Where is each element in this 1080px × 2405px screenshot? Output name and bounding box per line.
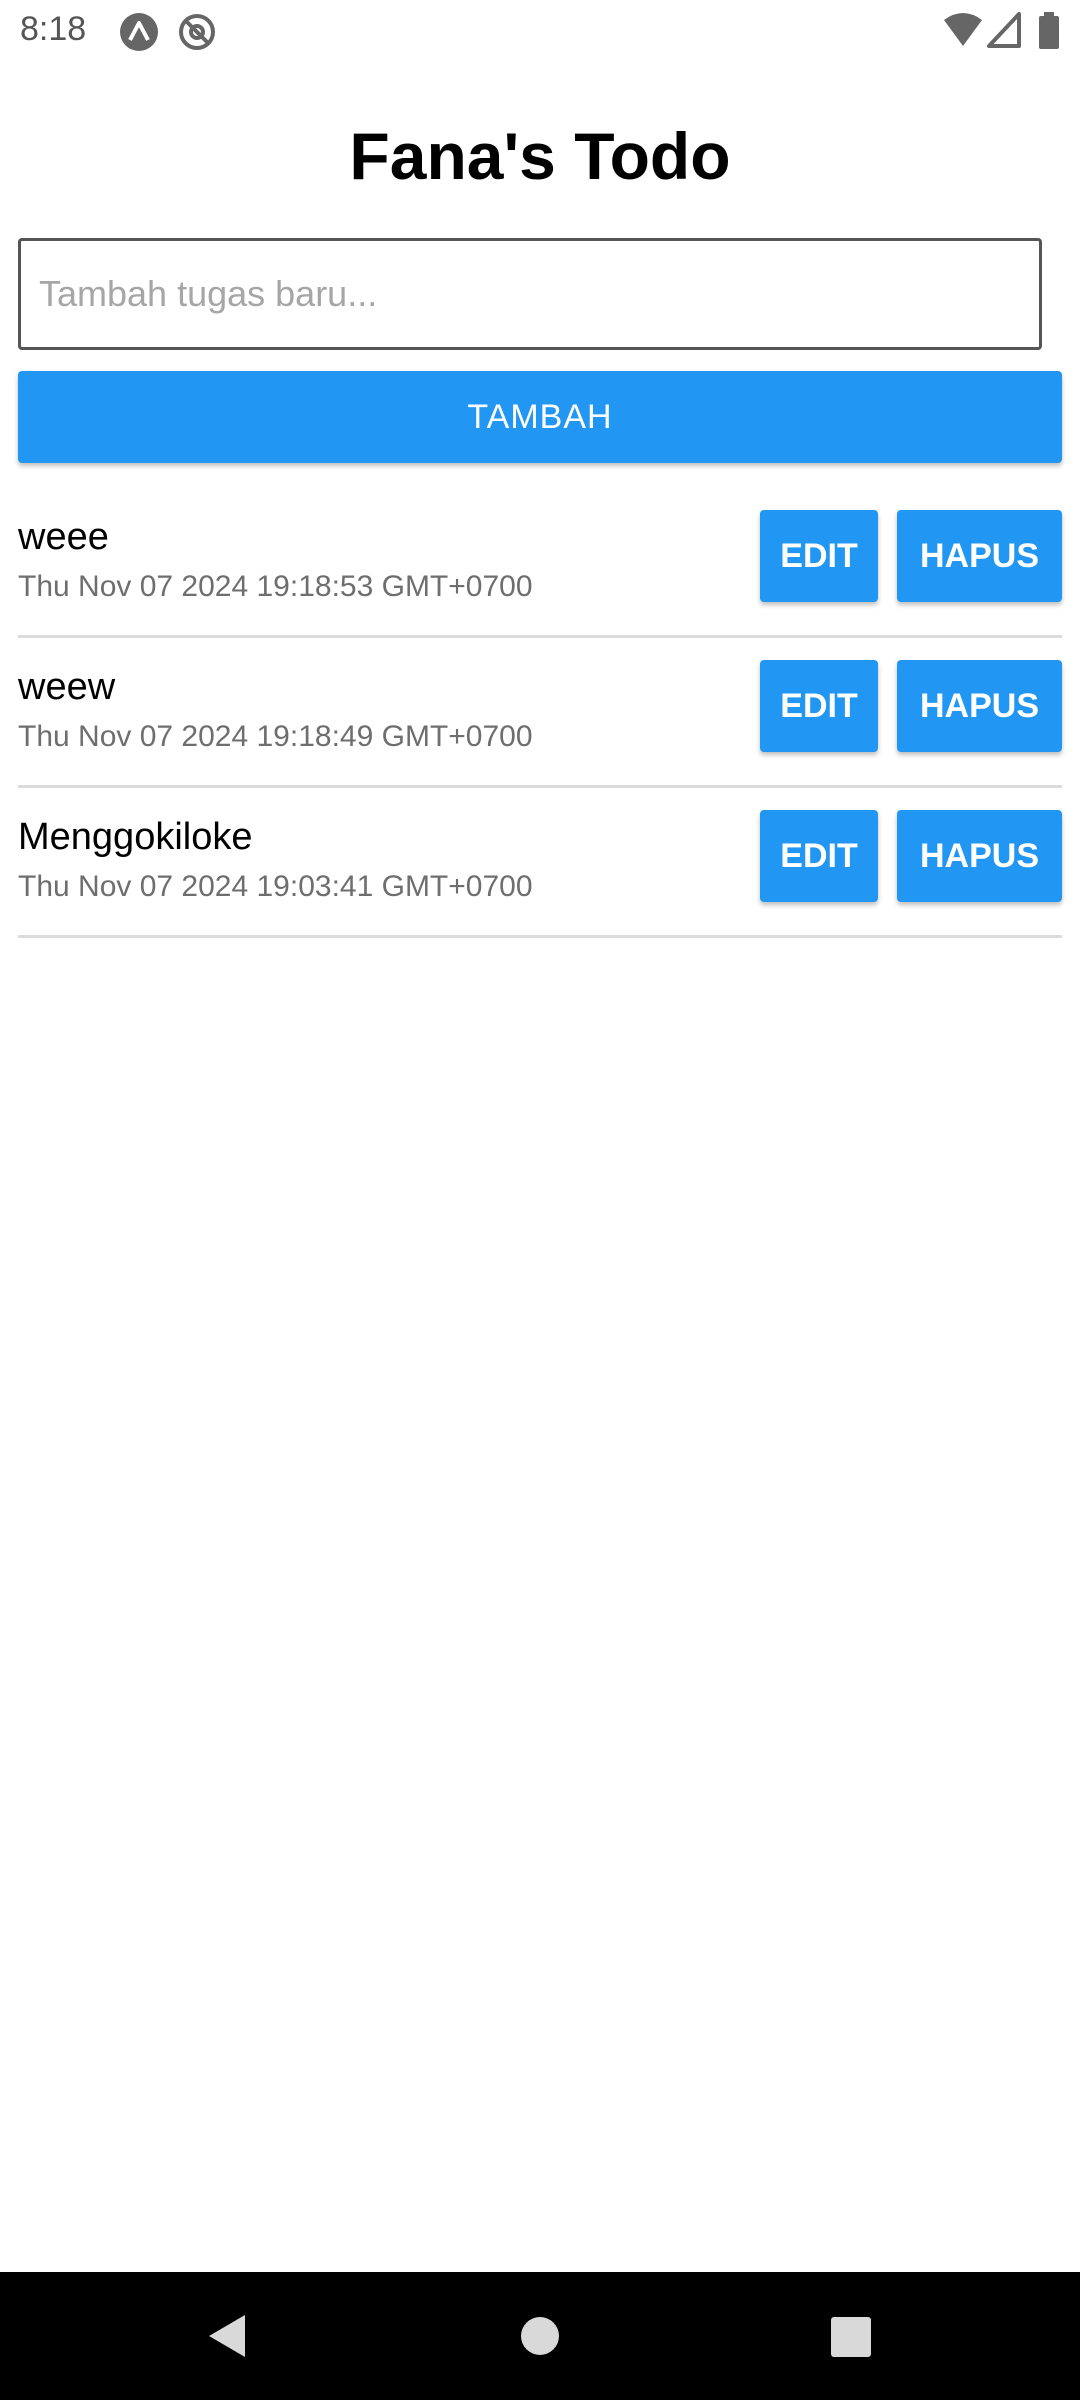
todo-date: Thu Nov 07 2024 19:03:41 GMT+0700 xyxy=(18,870,533,903)
todo-list: weee Thu Nov 07 2024 19:18:53 GMT+0700 E… xyxy=(18,488,1062,938)
cell-signal-icon xyxy=(987,12,1021,52)
app-notification-icon xyxy=(119,12,159,52)
navigation-bar xyxy=(0,2272,1080,2400)
status-bar: 8:18 xyxy=(0,0,1080,64)
page-title: Fana's Todo xyxy=(349,119,731,193)
back-icon[interactable] xyxy=(165,2272,285,2400)
battery-icon xyxy=(1038,12,1060,52)
delete-button[interactable]: HAPUS xyxy=(897,660,1062,752)
home-icon[interactable] xyxy=(480,2272,600,2400)
edit-button[interactable]: EDIT xyxy=(760,810,878,902)
todo-item: weew Thu Nov 07 2024 19:18:49 GMT+0700 E… xyxy=(18,638,1062,788)
edit-button[interactable]: EDIT xyxy=(760,510,878,602)
delete-button[interactable]: HAPUS xyxy=(897,510,1062,602)
add-task-button[interactable]: TAMBAH xyxy=(18,371,1062,463)
status-time: 8:18 xyxy=(20,10,87,48)
todo-text: weee xyxy=(18,516,109,558)
wifi-icon xyxy=(944,12,982,52)
at-sign-icon xyxy=(177,12,217,52)
todo-text: Menggokiloke xyxy=(18,816,253,858)
new-task-input[interactable] xyxy=(18,238,1042,350)
todo-date: Thu Nov 07 2024 19:18:49 GMT+0700 xyxy=(18,720,533,753)
todo-date: Thu Nov 07 2024 19:18:53 GMT+0700 xyxy=(18,570,533,603)
todo-item: Menggokiloke Thu Nov 07 2024 19:03:41 GM… xyxy=(18,788,1062,938)
edit-button[interactable]: EDIT xyxy=(760,660,878,752)
todo-text: weew xyxy=(18,666,116,708)
todo-item: weee Thu Nov 07 2024 19:18:53 GMT+0700 E… xyxy=(18,488,1062,638)
delete-button[interactable]: HAPUS xyxy=(897,810,1062,902)
recents-icon[interactable] xyxy=(791,2272,911,2400)
